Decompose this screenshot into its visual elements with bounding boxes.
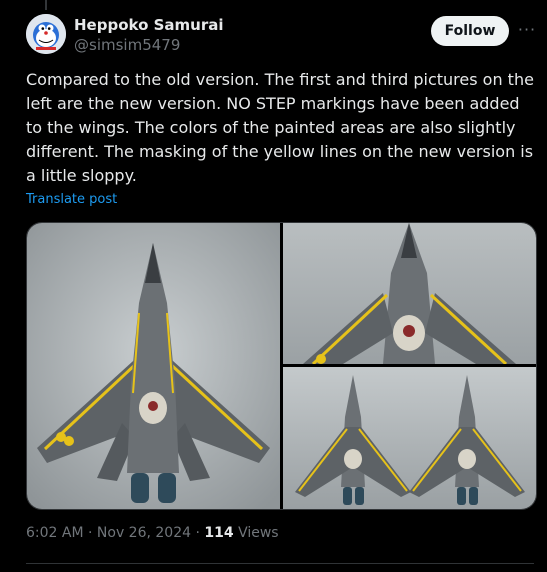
thread-connector-line bbox=[45, 0, 47, 10]
photo-2[interactable] bbox=[283, 223, 536, 364]
follow-button[interactable]: Follow bbox=[431, 16, 509, 46]
media-grid bbox=[26, 222, 537, 510]
avatar[interactable] bbox=[26, 14, 66, 54]
author-name[interactable]: Heppoko Samurai bbox=[74, 16, 224, 34]
meta-separator: · bbox=[191, 525, 205, 541]
avatar-image bbox=[26, 14, 66, 54]
meta-separator: · bbox=[83, 525, 97, 541]
author-handle[interactable]: @simsim5479 bbox=[74, 36, 180, 54]
more-options-icon[interactable]: ··· bbox=[516, 20, 538, 42]
divider bbox=[26, 563, 534, 564]
tweet-text: Compared to the old version. The first a… bbox=[26, 70, 534, 185]
views-count: 114 bbox=[204, 525, 234, 541]
post-date[interactable]: Nov 26, 2024 bbox=[97, 525, 191, 541]
post-time[interactable]: 6:02 AM bbox=[26, 525, 84, 541]
photo-1[interactable] bbox=[27, 223, 280, 509]
photo-3[interactable] bbox=[283, 367, 536, 509]
post-metadata: 6:02 AM · Nov 26, 2024 · 114 Views bbox=[26, 525, 279, 541]
translate-post-link[interactable]: Translate post bbox=[26, 192, 117, 207]
views-label: Views bbox=[233, 525, 279, 541]
